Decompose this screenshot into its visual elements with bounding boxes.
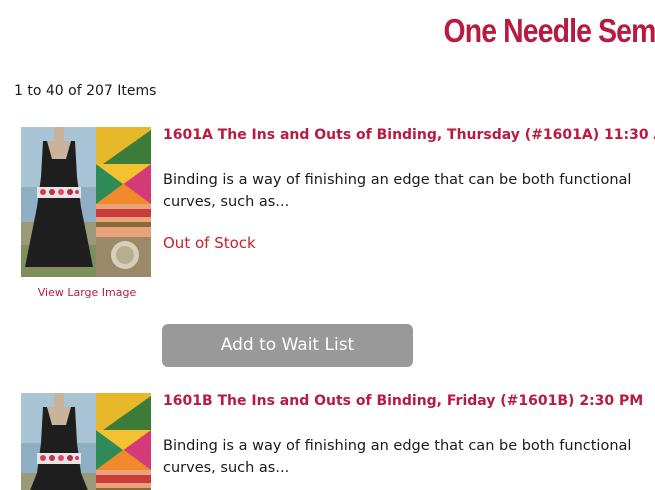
description-line: curves, such as... [163, 194, 290, 210]
product-image[interactable] [21, 127, 151, 277]
stock-status: Out of Stock [163, 234, 256, 252]
items-count: 1 to 40 of 207 Items [14, 83, 157, 99]
description-line: curves, such as... [163, 460, 290, 476]
product-image[interactable] [21, 393, 151, 490]
add-to-wait-list-button[interactable]: Add to Wait List [162, 324, 413, 367]
dress-collage-image [21, 127, 151, 277]
product-item: View Large Image 1601A The Ins and Outs … [0, 127, 655, 367]
description-line: Binding is a way of finishing an edge th… [163, 438, 632, 454]
view-large-image-link[interactable]: View Large Image [21, 286, 153, 299]
product-title-link[interactable]: 1601A The Ins and Outs of Binding, Thurs… [163, 127, 655, 143]
product-item: 1601B The Ins and Outs of Binding, Frida… [0, 393, 655, 490]
dress-collage-image [21, 393, 151, 490]
page-title: One Needle Sem [443, 12, 655, 49]
page: One Needle Sem 1 to 40 of 207 Items View… [0, 0, 655, 490]
product-description: Binding is a way of finishing an edge th… [163, 435, 655, 479]
description-line: Binding is a way of finishing an edge th… [163, 172, 632, 188]
product-description: Binding is a way of finishing an edge th… [163, 169, 655, 213]
product-title-link[interactable]: 1601B The Ins and Outs of Binding, Frida… [163, 393, 655, 409]
